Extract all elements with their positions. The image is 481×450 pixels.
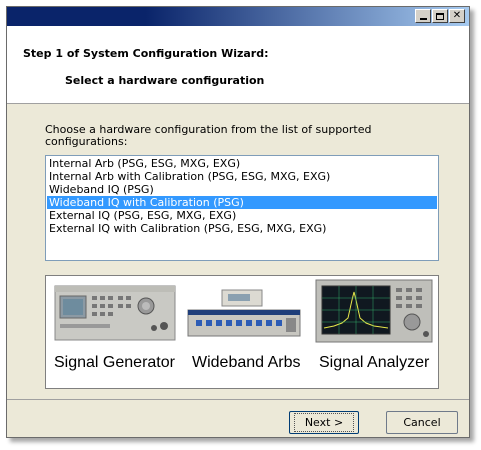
list-item[interactable]: Internal Arb with Calibration (PSG, ESG,… [47, 170, 437, 183]
wizard-header: Step 1 of System Configuration Wizard: S… [7, 26, 469, 104]
signal-analyzer-caption: Signal Analyzer [319, 354, 430, 371]
step-title: Step 1 of System Configuration Wizard: [23, 47, 269, 60]
footer-divider [7, 399, 469, 400]
list-item[interactable]: External IQ (PSG, ESG, MXG, EXG) [47, 209, 437, 222]
hardware-image-panel: Signal Generator Wideband Arbs Signal An… [45, 275, 439, 389]
title-bar[interactable]: ✕ [7, 7, 469, 26]
list-item[interactable]: Internal Arb (PSG, ESG, MXG, EXG) [47, 157, 437, 170]
minimize-icon [419, 18, 427, 20]
cancel-button-label: Cancel [403, 416, 441, 429]
maximize-icon [436, 12, 444, 20]
configuration-prompt: Choose a hardware configuration from the… [45, 123, 372, 148]
signal-generator-image [54, 285, 176, 341]
list-item-selected[interactable]: Wideband IQ with Calibration (PSG) [47, 196, 437, 209]
maximize-button[interactable] [432, 9, 448, 23]
window-controls: ✕ [415, 9, 465, 23]
next-button[interactable]: Next > [289, 411, 359, 434]
minimize-button[interactable] [415, 9, 431, 23]
close-button[interactable]: ✕ [449, 9, 465, 23]
wizard-window: ✕ Step 1 of System Configuration Wizard:… [6, 6, 470, 438]
signal-analyzer-image [315, 279, 433, 343]
list-item[interactable]: Wideband IQ (PSG) [47, 183, 437, 196]
list-item[interactable]: External IQ with Calibration (PSG, ESG, … [47, 222, 437, 235]
signal-generator-caption: Signal Generator [54, 354, 175, 371]
wideband-arbs-caption: Wideband Arbs [192, 354, 301, 371]
configuration-list[interactable]: Internal Arb (PSG, ESG, MXG, EXG) Intern… [45, 155, 439, 261]
cancel-button[interactable]: Cancel [386, 411, 458, 434]
step-subtitle: Select a hardware configuration [65, 74, 265, 87]
close-icon: ✕ [452, 10, 462, 21]
wideband-arbs-image [187, 289, 301, 337]
next-button-label: Next > [293, 413, 355, 432]
